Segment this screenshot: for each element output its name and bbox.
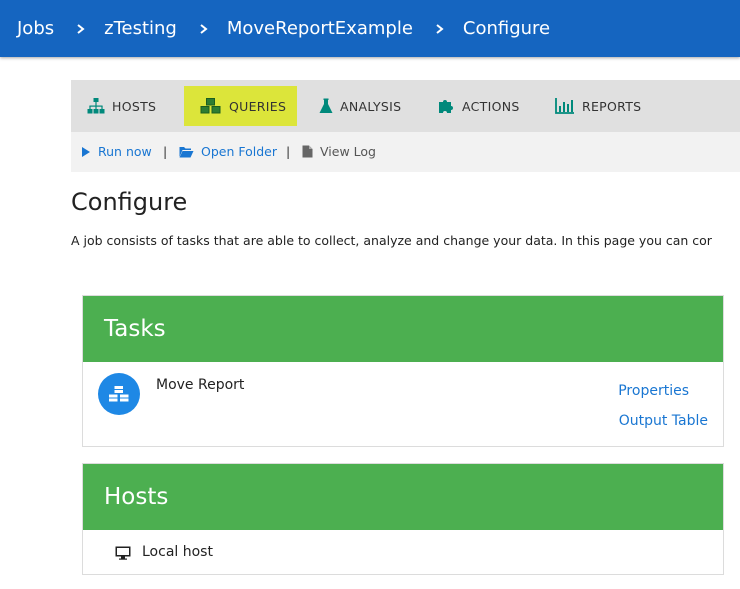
open-folder-label: Open Folder: [201, 144, 277, 159]
run-now-link[interactable]: Run now: [81, 144, 152, 159]
breadcrumb: Jobs zTesting MoveReportExample Configur…: [0, 0, 740, 57]
tab-reports[interactable]: REPORTS: [555, 86, 641, 126]
chevron-right-icon: [200, 23, 208, 34]
tab-queries[interactable]: QUERIES: [184, 86, 297, 126]
tab-reports-label: REPORTS: [582, 98, 642, 114]
chevron-right-icon: [77, 23, 85, 34]
flask-icon: [319, 98, 333, 113]
list-item: Local host: [83, 530, 723, 574]
hosts-panel-title: Hosts: [83, 464, 723, 530]
tasks-panel: Tasks Move Report Properties Output Tabl…: [82, 295, 724, 447]
open-folder-link[interactable]: Open Folder: [179, 144, 277, 159]
action-separator: |: [163, 144, 168, 159]
breadcrumb-configure: Configure: [462, 18, 551, 39]
desktop-icon: [115, 546, 131, 560]
tab-analysis-label: ANALYSIS: [340, 98, 402, 114]
job-toolbar: HOSTS QUERIES ANALYSIS ACTIONS REPORTS: [71, 80, 740, 132]
tasks-panel-title: Tasks: [83, 296, 723, 362]
tab-actions[interactable]: ACTIONS: [438, 86, 520, 126]
task-icon: [98, 373, 140, 415]
action-separator: |: [286, 144, 291, 159]
list-item: Move Report Properties Output Table: [83, 362, 723, 446]
page-intro: A job consists of tasks that are able to…: [71, 233, 712, 248]
view-log-label: View Log: [320, 144, 376, 159]
tab-analysis[interactable]: ANALYSIS: [319, 86, 401, 126]
page-title: Configure: [71, 188, 188, 216]
file-icon: [302, 145, 313, 158]
breadcrumb-movereportexample[interactable]: MoveReportExample: [227, 18, 413, 39]
action-bar: Run now | Open Folder | View Log: [71, 132, 740, 172]
host-name: Local host: [142, 544, 213, 560]
tab-hosts[interactable]: HOSTS: [87, 86, 156, 126]
breadcrumb-jobs[interactable]: Jobs: [17, 18, 54, 39]
chevron-right-icon: [436, 23, 444, 34]
tab-queries-label: QUERIES: [229, 98, 287, 114]
view-log-link[interactable]: View Log: [302, 144, 376, 159]
tab-hosts-label: HOSTS: [112, 98, 157, 114]
cubes-icon: [109, 386, 129, 402]
sitemap-icon: [87, 98, 105, 114]
breadcrumb-ztesting[interactable]: zTesting: [104, 18, 177, 39]
play-icon: [82, 146, 90, 157]
output-table-link[interactable]: Output Table: [619, 413, 708, 429]
hosts-panel: Hosts Local host: [82, 463, 724, 575]
cubes-icon: [200, 98, 221, 114]
task-name: Move Report: [156, 377, 245, 393]
run-now-label: Run now: [98, 144, 152, 159]
puzzle-icon: [439, 100, 453, 113]
properties-link[interactable]: Properties: [618, 383, 689, 399]
bar-chart-icon: [555, 98, 574, 114]
tab-actions-label: ACTIONS: [462, 98, 520, 114]
folder-open-icon: [179, 146, 194, 157]
